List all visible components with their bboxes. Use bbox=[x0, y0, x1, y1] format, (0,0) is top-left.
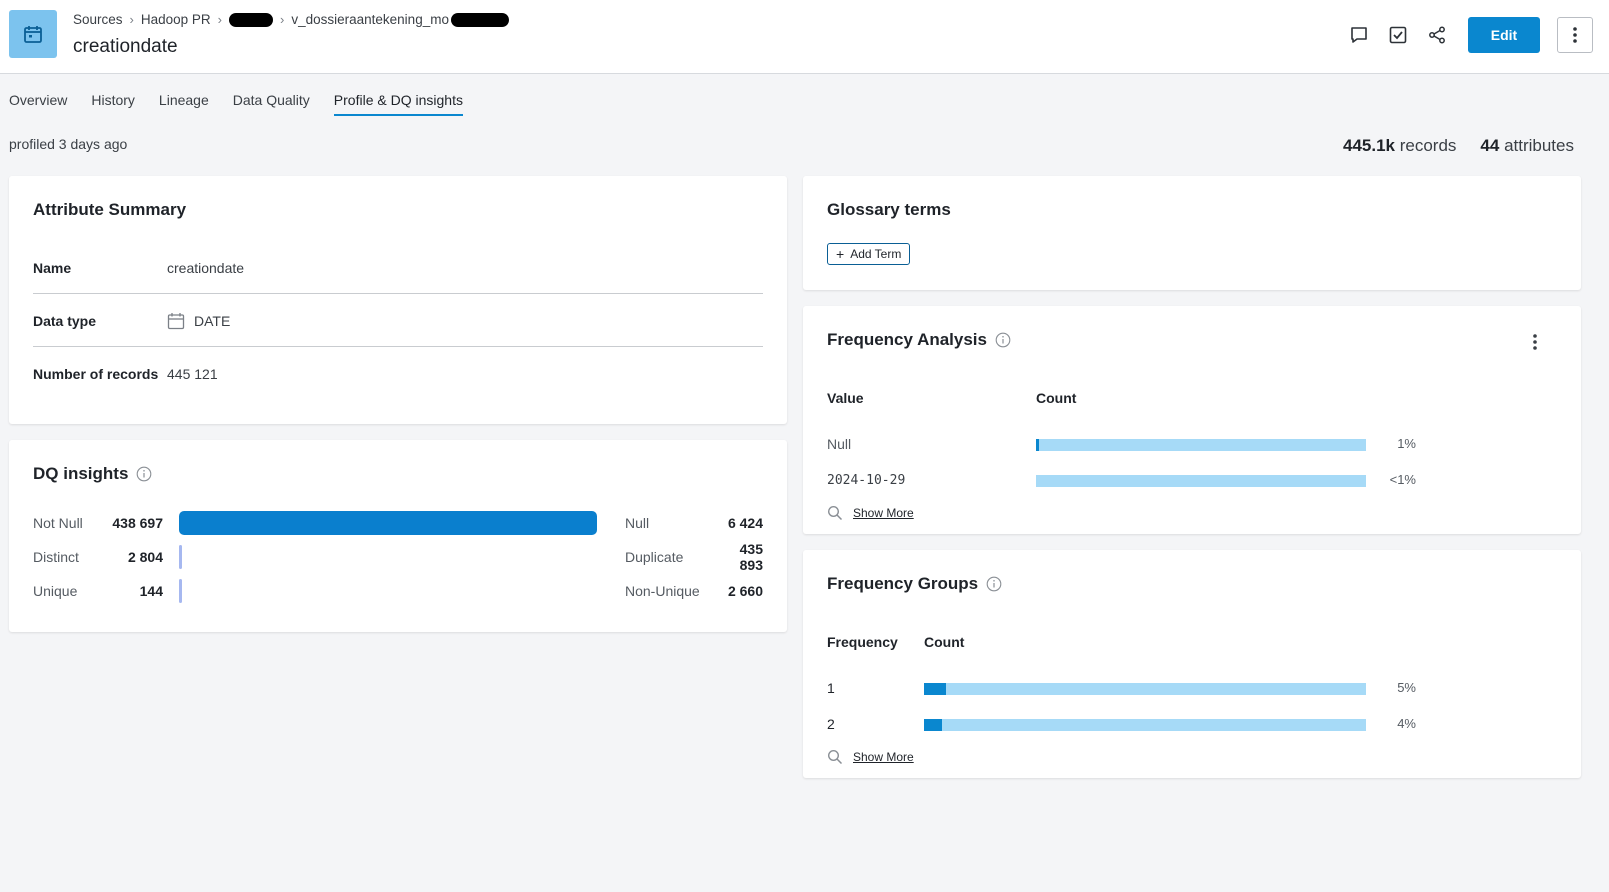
records-stat: 445.1k records bbox=[1342, 136, 1457, 155]
chevron-right-icon: › bbox=[280, 12, 285, 27]
frequency-percent: 1% bbox=[1397, 436, 1416, 451]
frequency-analysis-card: Frequency Analysis Value Count Null 1% 2… bbox=[803, 306, 1581, 534]
breadcrumb-item-table[interactable]: v_dossieraantekening_mo bbox=[291, 12, 449, 27]
summary-row-records: Number of records 445 121 bbox=[33, 366, 218, 382]
dq-bar-fill bbox=[179, 511, 598, 535]
more-vertical-icon[interactable] bbox=[1525, 330, 1545, 354]
tab-history[interactable]: History bbox=[91, 92, 135, 116]
column-header-count: Count bbox=[924, 634, 965, 650]
column-header-frequency: Frequency bbox=[827, 634, 898, 650]
info-icon[interactable] bbox=[136, 466, 152, 482]
share-icon[interactable] bbox=[1424, 22, 1450, 48]
search-icon bbox=[827, 505, 843, 521]
card-title: Attribute Summary bbox=[33, 200, 187, 219]
add-term-button[interactable]: + Add Term bbox=[827, 243, 911, 265]
frequency-bar bbox=[1036, 439, 1366, 451]
info-icon[interactable] bbox=[986, 576, 1002, 592]
tab-lineage[interactable]: Lineage bbox=[159, 92, 209, 116]
dq-bar bbox=[179, 579, 603, 603]
frequency-group-percent: 4% bbox=[1397, 716, 1416, 731]
calendar-icon bbox=[9, 10, 57, 58]
dq-row-unique: Unique 144 Non-Unique 2 660 bbox=[33, 579, 763, 603]
dq-bar-fill bbox=[179, 579, 183, 603]
search-icon bbox=[827, 749, 843, 765]
breadcrumb-item-hadoop-pr[interactable]: Hadoop PR bbox=[141, 12, 211, 27]
frequency-groups-card: Frequency Groups Frequency Count 1 5% 2 … bbox=[803, 550, 1581, 778]
frequency-group-bar-fill bbox=[924, 683, 947, 695]
frequency-group-bar bbox=[924, 719, 1366, 731]
card-title: DQ insights bbox=[33, 464, 152, 484]
breadcrumb: Sources › Hadoop PR › › v_dossieraanteke… bbox=[73, 12, 509, 27]
frequency-group-percent: 5% bbox=[1397, 680, 1416, 695]
tab-overview[interactable]: Overview bbox=[9, 92, 67, 116]
dq-insights-card: DQ insights Not Null 438 697 Null 6 424 … bbox=[9, 440, 787, 632]
tab-data-quality[interactable]: Data Quality bbox=[233, 92, 310, 116]
dq-row-distinct: Distinct 2 804 Duplicate 435 893 bbox=[33, 541, 763, 573]
edit-button[interactable]: Edit bbox=[1468, 17, 1540, 53]
chevron-right-icon: › bbox=[217, 12, 223, 27]
summary-row-data-type: Data type DATE bbox=[33, 295, 763, 347]
redacted-text bbox=[229, 12, 274, 27]
column-header-count: Count bbox=[1036, 390, 1077, 406]
dq-bar bbox=[179, 545, 603, 569]
dq-bar bbox=[179, 511, 603, 535]
comment-icon[interactable] bbox=[1346, 22, 1372, 48]
show-more-link[interactable]: Show More bbox=[827, 749, 914, 765]
redacted-text bbox=[450, 12, 509, 27]
frequency-group-bar-fill bbox=[924, 719, 942, 731]
tab-bar: Overview History Lineage Data Quality Pr… bbox=[9, 92, 487, 116]
tab-profile-dq-insights[interactable]: Profile & DQ insights bbox=[333, 92, 463, 116]
frequency-percent: <1% bbox=[1389, 472, 1416, 487]
summary-row-name: Name creationdate bbox=[33, 242, 763, 294]
task-check-icon[interactable] bbox=[1385, 22, 1411, 48]
glossary-card: Glossary terms + Add Term bbox=[803, 176, 1581, 290]
page-header: Sources › Hadoop PR › › v_dossieraanteke… bbox=[0, 0, 1609, 74]
dq-row-not-null: Not Null 438 697 Null 6 424 bbox=[33, 511, 763, 535]
profiled-timestamp: profiled 3 days ago bbox=[9, 136, 128, 152]
breadcrumb-item-sources[interactable]: Sources bbox=[73, 12, 123, 27]
more-vertical-icon[interactable] bbox=[1557, 17, 1593, 53]
frequency-group-bar bbox=[924, 683, 1366, 695]
card-title: Frequency Groups bbox=[827, 574, 1002, 594]
calendar-icon bbox=[167, 312, 185, 330]
dq-bar-fill bbox=[179, 545, 183, 569]
record-stats: 445.1k records 44 attributes bbox=[1319, 136, 1574, 156]
data-type-value: DATE bbox=[194, 312, 231, 329]
attribute-summary-card: Attribute Summary Name creationdate Data… bbox=[9, 176, 787, 424]
show-more-link[interactable]: Show More bbox=[827, 505, 914, 521]
card-title: Frequency Analysis bbox=[827, 330, 1011, 350]
attributes-stat: 44 attributes bbox=[1480, 136, 1574, 155]
plus-icon: + bbox=[836, 246, 845, 262]
frequency-bar bbox=[1036, 475, 1366, 487]
frequency-bar-fill bbox=[1036, 439, 1040, 451]
info-icon[interactable] bbox=[995, 332, 1011, 348]
chevron-right-icon: › bbox=[129, 12, 134, 27]
card-title: Glossary terms bbox=[827, 200, 951, 219]
column-header-value: Value bbox=[827, 390, 864, 406]
page-title: creationdate bbox=[73, 36, 178, 57]
